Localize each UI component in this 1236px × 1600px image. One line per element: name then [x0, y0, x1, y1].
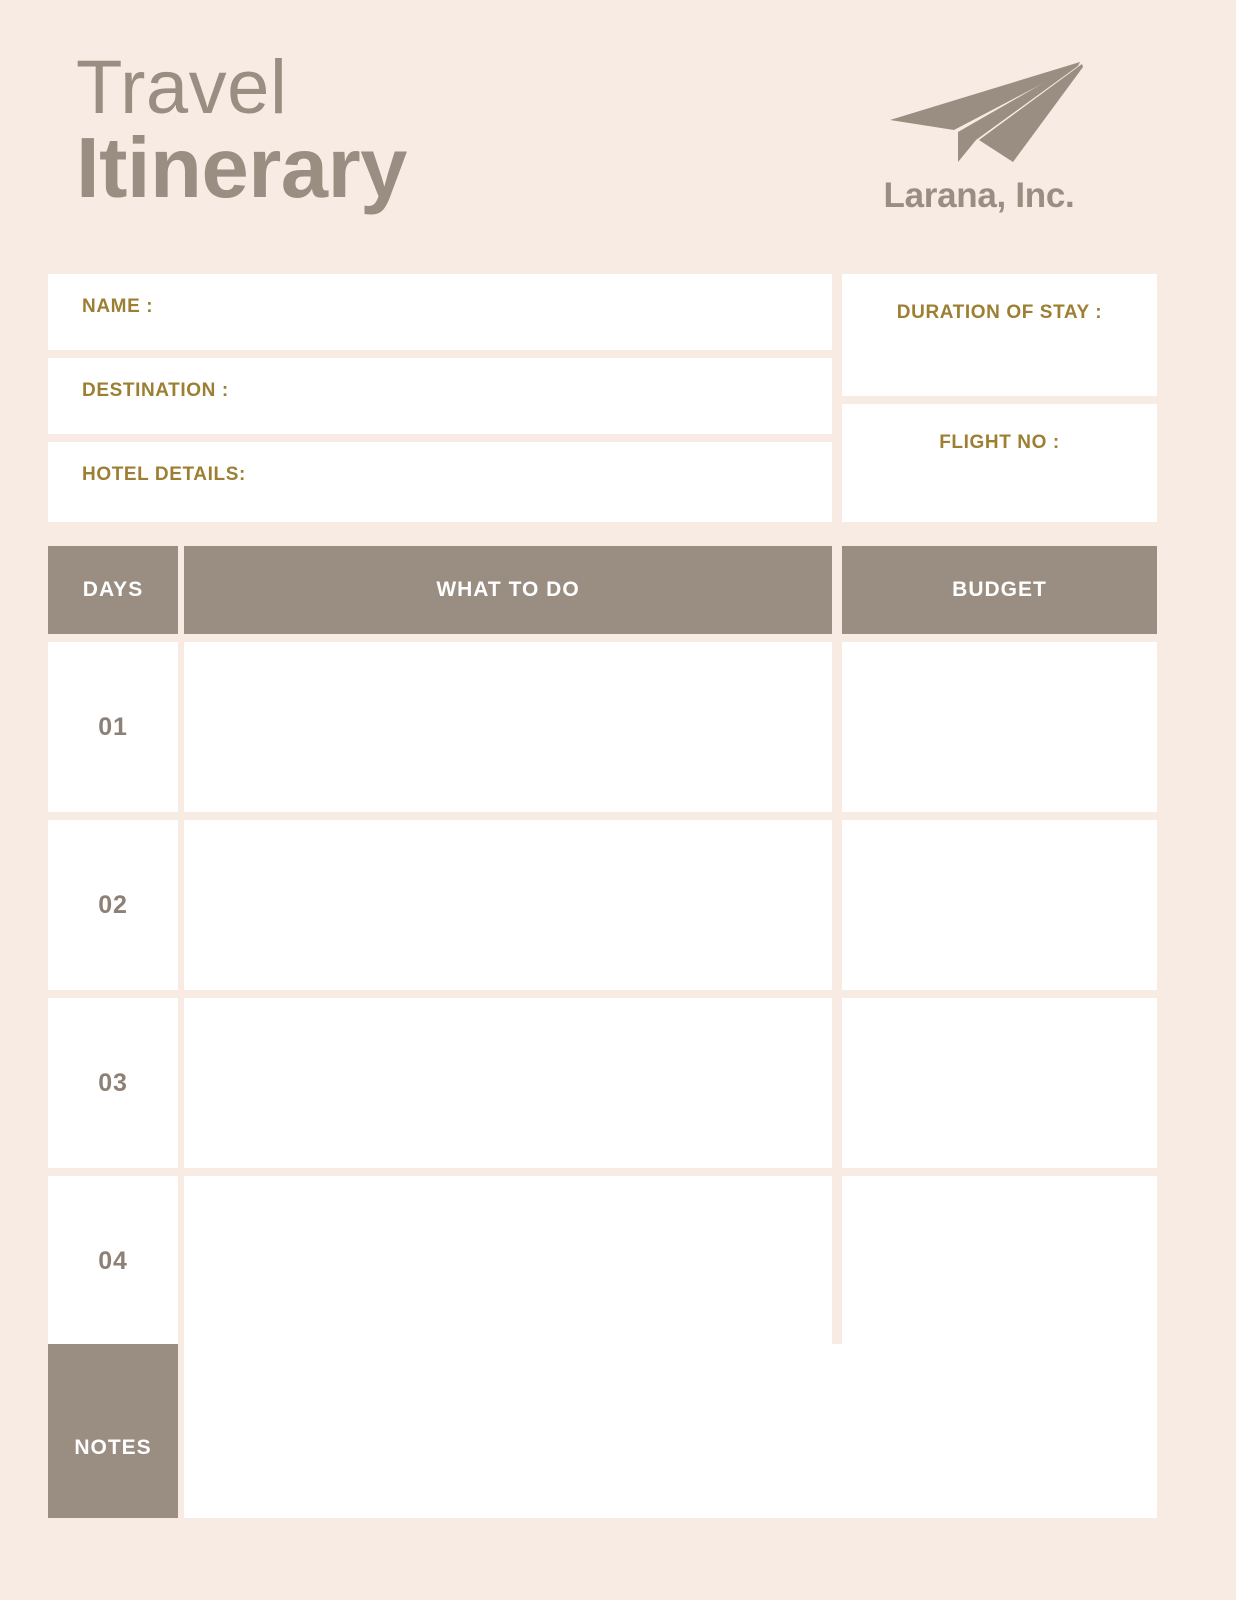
day-number-cell: 01: [48, 642, 178, 812]
what-to-do-cell[interactable]: [184, 1176, 832, 1346]
travel-itinerary-page: Travel Itinerary Larana, Inc. NAME : DES…: [0, 0, 1236, 1600]
info-fields-right-column: DURATION OF STAY : FLIGHT NO :: [842, 274, 1157, 522]
table-header-budget: BUDGET: [842, 546, 1157, 634]
day-number: 03: [98, 1068, 128, 1097]
hotel-details-field[interactable]: HOTEL DETAILS:: [48, 442, 832, 522]
notes-input-area[interactable]: [184, 1344, 1157, 1518]
table-header-days: DAYS: [48, 546, 178, 634]
page-header: Travel Itinerary Larana, Inc.: [48, 0, 1157, 258]
title-line-travel: Travel: [76, 45, 288, 130]
brand-name: Larana, Inc.: [883, 176, 1075, 215]
table-header-what-to-do: WHAT TO DO: [184, 546, 832, 634]
day-number-cell: 03: [48, 998, 178, 1168]
notes-label: NOTES: [74, 1436, 152, 1459]
table-header-row: DAYS WHAT TO DO BUDGET: [48, 546, 1157, 634]
info-fields-left-column: NAME : DESTINATION : HOTEL DETAILS:: [48, 274, 832, 522]
table-row: 04: [48, 1176, 1157, 1346]
title-line-itinerary: Itinerary: [76, 121, 407, 217]
brand-logo: Larana, Inc.: [829, 56, 1129, 216]
what-to-do-cell[interactable]: [184, 642, 832, 812]
budget-cell[interactable]: [842, 1176, 1157, 1346]
info-fields-area: NAME : DESTINATION : HOTEL DETAILS: DURA…: [48, 274, 1157, 522]
table-row: 01: [48, 642, 1157, 812]
what-to-do-cell[interactable]: [184, 998, 832, 1168]
destination-field-label: DESTINATION :: [82, 380, 229, 401]
table-row: 02: [48, 820, 1157, 990]
day-number: 02: [98, 890, 128, 919]
table-row: 03: [48, 998, 1157, 1168]
duration-of-stay-field-label: DURATION OF STAY :: [896, 302, 1103, 323]
hotel-details-field-label: HOTEL DETAILS:: [82, 464, 246, 485]
day-number-cell: 04: [48, 1176, 178, 1346]
day-number-cell: 02: [48, 820, 178, 990]
flight-no-field-label: FLIGHT NO :: [939, 432, 1060, 453]
day-number: 04: [98, 1246, 128, 1275]
day-number: 01: [98, 712, 128, 741]
budget-cell[interactable]: [842, 642, 1157, 812]
duration-of-stay-field[interactable]: DURATION OF STAY :: [842, 274, 1157, 396]
what-to-do-cell[interactable]: [184, 820, 832, 990]
name-field-label: NAME :: [82, 296, 154, 317]
destination-field[interactable]: DESTINATION :: [48, 358, 832, 434]
flight-no-field[interactable]: FLIGHT NO :: [842, 404, 1157, 522]
notes-label-box: NOTES: [48, 1344, 178, 1518]
itinerary-table: DAYS WHAT TO DO BUDGET 01 02 03 04: [48, 546, 1157, 1346]
paper-plane-icon: [889, 62, 1083, 162]
budget-cell[interactable]: [842, 820, 1157, 990]
page-title: Travel Itinerary: [76, 45, 407, 217]
notes-section: NOTES: [48, 1344, 1157, 1518]
budget-cell[interactable]: [842, 998, 1157, 1168]
name-field[interactable]: NAME :: [48, 274, 832, 350]
